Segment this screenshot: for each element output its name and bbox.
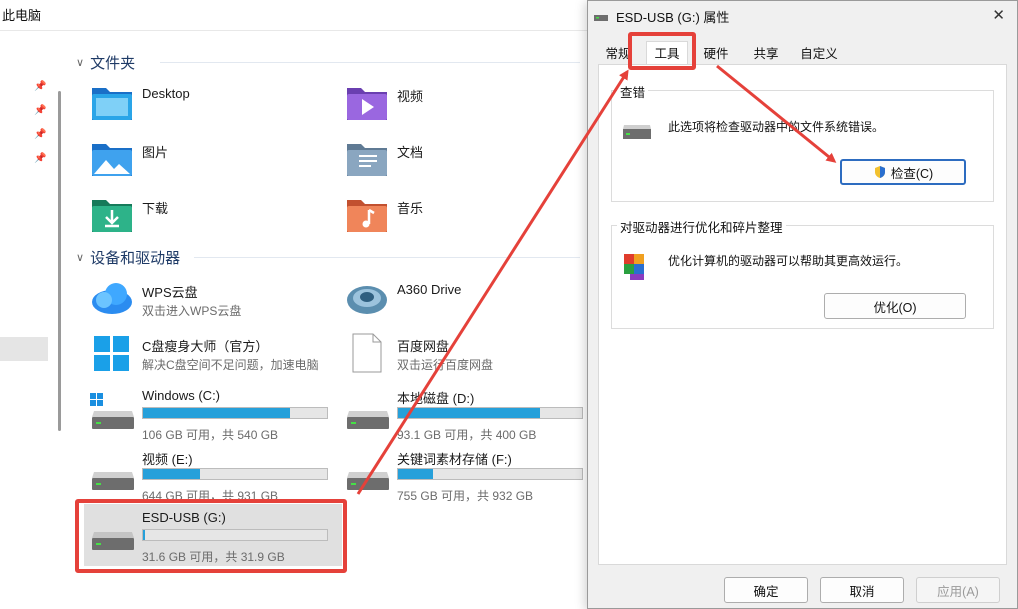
- hard-drive-icon: [347, 411, 389, 429]
- a360-drive-icon: [347, 286, 387, 314]
- file-icon: [352, 333, 382, 373]
- wps-cloud-icon: [92, 283, 132, 314]
- pin-icon[interactable]: 📌: [34, 129, 46, 141]
- drive-d[interactable]: 本地磁盘 (D:) 93.1 GB 可用，共 400 GB: [345, 387, 585, 443]
- drive-icon: [623, 125, 651, 139]
- tab-customize[interactable]: 自定义: [794, 43, 844, 65]
- check-button[interactable]: 检查(C): [840, 159, 966, 185]
- music-folder-icon: [347, 200, 387, 232]
- shield-icon: [874, 166, 885, 178]
- windows-logo-icon: [94, 336, 129, 371]
- system-drive-icon: [90, 393, 134, 429]
- nav-scrollbar[interactable]: [58, 91, 61, 431]
- folder-downloads[interactable]: 下载: [90, 194, 330, 240]
- download-folder-icon: [92, 200, 132, 232]
- hard-drive-icon: [347, 472, 389, 490]
- drive-usage-bar: [142, 407, 328, 419]
- tab-hardware[interactable]: 硬件: [696, 43, 736, 65]
- cancel-button[interactable]: 取消: [820, 577, 904, 603]
- documents-folder-icon: [347, 144, 387, 176]
- error-check-title: 查错: [617, 82, 649, 101]
- section-header-folders[interactable]: ∨ 文件夹: [76, 52, 135, 73]
- tab-sharing[interactable]: 共享: [746, 43, 786, 65]
- folder-videos[interactable]: 视频: [345, 82, 585, 128]
- wps-cloud[interactable]: WPS云盘 双击进入WPS云盘: [90, 278, 330, 324]
- drive-c[interactable]: Windows (C:) 106 GB 可用，共 540 GB: [90, 387, 330, 443]
- tools-tab-panel: 此选项将检查驱动器中的文件系统错误。 检查(C) 查错 优化计算机的驱动器可以帮…: [598, 64, 1007, 565]
- defrag-icon: [624, 254, 644, 280]
- ok-button[interactable]: 确定: [724, 577, 808, 603]
- apply-button[interactable]: 应用(A): [916, 577, 1000, 603]
- close-icon[interactable]: ✕: [992, 6, 1005, 24]
- pin-icon[interactable]: 📌: [34, 81, 46, 93]
- tab-highlight-box: [628, 32, 696, 70]
- folder-desktop[interactable]: Desktop: [90, 82, 330, 128]
- video-folder-icon: [347, 88, 387, 120]
- optimize-group: 优化计算机的驱动器可以帮助其更高效运行。 优化(O): [611, 225, 994, 329]
- baidu-netdisk[interactable]: 百度网盘 双击运行百度网盘: [345, 332, 585, 378]
- desktop-folder-icon: [92, 88, 132, 120]
- folder-pictures[interactable]: 图片: [90, 138, 330, 184]
- drive-f[interactable]: 关键词素材存储 (F:) 755 GB 可用，共 932 GB: [345, 448, 585, 504]
- drive-usage-bar: [397, 468, 583, 480]
- chevron-down-icon: ∨: [76, 57, 85, 69]
- drive-usage-bar: [142, 468, 328, 480]
- drive-e[interactable]: 视频 (E:) 644 GB 可用，共 931 GB: [90, 448, 330, 504]
- folder-music[interactable]: 音乐: [345, 194, 585, 240]
- navigation-pane: 📌 📌 📌 📌: [0, 31, 62, 609]
- drive-icon: [594, 14, 608, 21]
- explorer-titlebar-divider: [0, 30, 590, 31]
- section-header-devices[interactable]: ∨ 设备和驱动器: [76, 247, 180, 268]
- a360-drive[interactable]: A360 Drive: [345, 278, 585, 324]
- explorer-title: 此电脑: [2, 8, 42, 23]
- pin-icon[interactable]: 📌: [34, 153, 46, 165]
- hard-drive-icon: [92, 472, 134, 490]
- dialog-title: ESD-USB (G:) 属性: [594, 7, 729, 26]
- drive-usage-bar: [397, 407, 583, 419]
- optimize-title: 对驱动器进行优化和碎片整理: [617, 217, 786, 236]
- c-drive-cleaner[interactable]: C盘瘦身大师（官方） 解决C盘空间不足问题，加速电脑: [90, 332, 350, 378]
- pin-icon[interactable]: 📌: [34, 105, 46, 117]
- pictures-folder-icon: [92, 144, 132, 176]
- chevron-down-icon: ∨: [76, 252, 85, 264]
- folder-documents[interactable]: 文档: [345, 138, 585, 184]
- drive-highlight-box: [75, 499, 347, 573]
- optimize-button[interactable]: 优化(O): [824, 293, 966, 319]
- properties-dialog: ESD-USB (G:) 属性 ✕ 常规 工具 硬件 共享 自定义 此选项将检查…: [587, 0, 1018, 609]
- nav-item-this-pc[interactable]: [0, 337, 48, 361]
- error-check-group: 此选项将检查驱动器中的文件系统错误。 检查(C): [611, 90, 994, 202]
